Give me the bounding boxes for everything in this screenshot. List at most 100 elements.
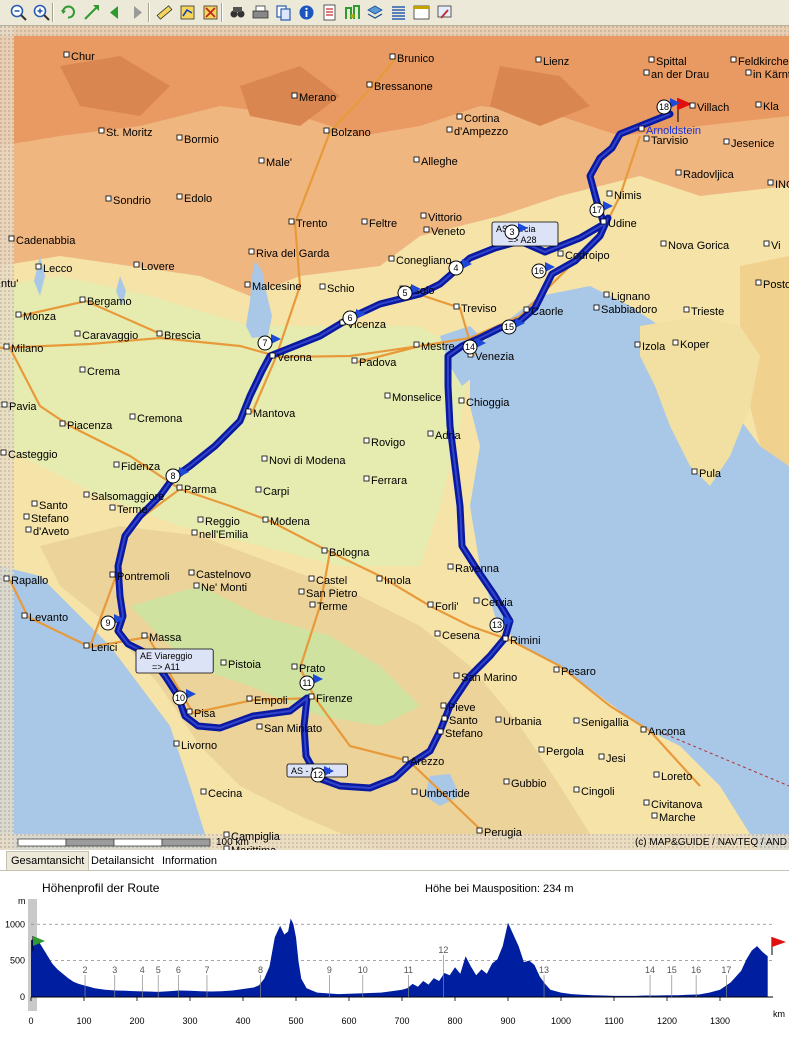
binoculars-icon[interactable]	[227, 2, 248, 23]
svg-text:Imola: Imola	[384, 575, 412, 587]
zoom-in-icon[interactable]	[31, 2, 52, 23]
map-toolbar	[0, 0, 789, 26]
city-label: Mestre	[413, 341, 455, 353]
svg-text:d'Ampezzo: d'Ampezzo	[454, 126, 508, 138]
svg-text:Lienz: Lienz	[543, 56, 569, 68]
city-label: San Miniato	[256, 723, 322, 735]
x-tick-label: 100	[76, 1016, 91, 1026]
info-icon[interactable]	[296, 2, 317, 23]
city-label: Pistoia	[220, 659, 262, 671]
profile-chart[interactable]: m 1000 500 0 0 100 200 300 400 500 600 700 800 900 100…	[0, 871, 789, 1048]
svg-text:Feldkirchen: Feldkirchen	[738, 56, 789, 68]
refresh-icon[interactable]	[58, 2, 79, 23]
map-canvas[interactable]: Chur Brunico Lienz Spittalan der Drau Feldki…	[0, 26, 789, 850]
city-label: Arezzo	[402, 756, 444, 768]
route-list-icon[interactable]	[319, 2, 340, 23]
waypoint-tick-label: 12	[438, 945, 448, 955]
svg-text:14: 14	[465, 342, 475, 352]
svg-text:Alleghe: Alleghe	[421, 156, 458, 168]
svg-text:13: 13	[492, 620, 502, 630]
y-tick-label: 0	[20, 992, 25, 1002]
svg-text:11: 11	[302, 678, 311, 688]
city-label: Piacenza	[59, 420, 113, 432]
elevation-area	[31, 918, 768, 997]
y-tick-label: 1000	[5, 919, 25, 929]
layers-icon[interactable]	[365, 2, 386, 23]
back-icon[interactable]	[104, 2, 125, 23]
x-unit: km	[773, 1009, 785, 1019]
tab-detailansicht[interactable]: Detailansicht	[87, 852, 158, 870]
city-label: Ancona	[640, 726, 686, 738]
tab-information[interactable]: Information	[158, 852, 221, 870]
city-label: Gubbio	[503, 778, 546, 790]
forward-icon[interactable]	[127, 2, 148, 23]
svg-text:Stefano: Stefano	[445, 728, 483, 740]
svg-text:Verona: Verona	[277, 352, 313, 364]
city-label: Cadenabbia	[8, 235, 76, 247]
city-label: Bressanone	[366, 81, 433, 93]
scale-bar	[17, 838, 211, 847]
route-compute-icon[interactable]	[177, 2, 198, 23]
city-label: Veneto	[423, 226, 465, 238]
svg-text:St. Moritz: St. Moritz	[106, 127, 152, 139]
copy-icon[interactable]	[273, 2, 294, 23]
city-label: Nova Gorica	[660, 240, 730, 252]
tab-gesamtansicht[interactable]: Gesamtansicht	[6, 851, 90, 870]
print-icon[interactable]	[250, 2, 271, 23]
city-label: Bergamo	[79, 296, 132, 308]
callout-line2: => A11	[152, 662, 180, 672]
svg-text:Chur: Chur	[71, 51, 95, 63]
window-icon[interactable]	[411, 2, 432, 23]
svg-text:Cervia: Cervia	[481, 597, 514, 609]
poi-icon[interactable]	[342, 2, 363, 23]
svg-text:d'Aveto: d'Aveto	[33, 526, 69, 538]
map-view[interactable]: Chur Brunico Lienz Spittal an der Drau Feldki…	[0, 26, 789, 850]
svg-text:Umbertide: Umbertide	[419, 788, 470, 800]
svg-text:Izola: Izola	[642, 341, 666, 353]
svg-text:Merano: Merano	[299, 92, 336, 104]
waypoint-tick-label: 3	[112, 965, 117, 975]
city-label: Conegliano	[388, 255, 452, 267]
toolbar-separator	[221, 3, 223, 22]
svg-text:Empoli: Empoli	[254, 695, 288, 707]
svg-text:Cecina: Cecina	[208, 788, 243, 800]
route-clear-icon[interactable]	[200, 2, 221, 23]
city-label: Pesaro	[553, 666, 596, 678]
city-label: Chioggia	[458, 397, 510, 409]
city-label: Perugia	[476, 827, 523, 839]
svg-text:Levanto: Levanto	[29, 612, 68, 624]
city-label: Castelnovo	[188, 569, 251, 581]
svg-text:Fidenza: Fidenza	[121, 461, 161, 473]
svg-text:Ne' Monti: Ne' Monti	[201, 582, 247, 594]
city-label: Lignano	[603, 291, 650, 303]
svg-text:an der Drau: an der Drau	[651, 69, 709, 81]
city-label: Massa	[141, 632, 182, 644]
svg-text:Riva del Garda: Riva del Garda	[256, 248, 330, 260]
settings-icon[interactable]	[434, 2, 455, 23]
route-callout: AS - orcia=> A28	[491, 221, 559, 247]
svg-text:18: 18	[659, 102, 669, 112]
fit-route-icon[interactable]	[81, 2, 102, 23]
city-label: Ne' Monti	[193, 582, 247, 594]
x-tick-label: 500	[288, 1016, 303, 1026]
svg-text:Parma: Parma	[184, 484, 217, 496]
svg-text:Forli': Forli'	[435, 601, 459, 613]
svg-text:Brescia: Brescia	[164, 330, 202, 342]
svg-text:Posto: Posto	[763, 279, 789, 291]
svg-text:Radovljica: Radovljica	[683, 169, 735, 181]
legend-icon[interactable]	[388, 2, 409, 23]
view-tabs: Gesamtansicht Detailansicht Information	[0, 851, 789, 871]
city-label: Radovljica	[675, 169, 735, 181]
svg-text:12: 12	[313, 770, 323, 780]
x-tick-label: 900	[500, 1016, 515, 1026]
measure-icon[interactable]	[154, 2, 175, 23]
city-label: Trieste	[683, 306, 724, 318]
city-label: Urbania	[495, 716, 542, 728]
city-label: Jesenice	[723, 138, 774, 150]
x-tick-label: 1300	[710, 1016, 730, 1026]
zoom-out-icon[interactable]	[8, 2, 29, 23]
svg-text:Monza: Monza	[23, 311, 57, 323]
svg-text:Bergamo: Bergamo	[87, 296, 132, 308]
elevation-profile[interactable]: Höhenprofil der Route Höhe bei Mausposit…	[0, 871, 789, 1048]
city-label: Codroipo	[557, 250, 610, 262]
